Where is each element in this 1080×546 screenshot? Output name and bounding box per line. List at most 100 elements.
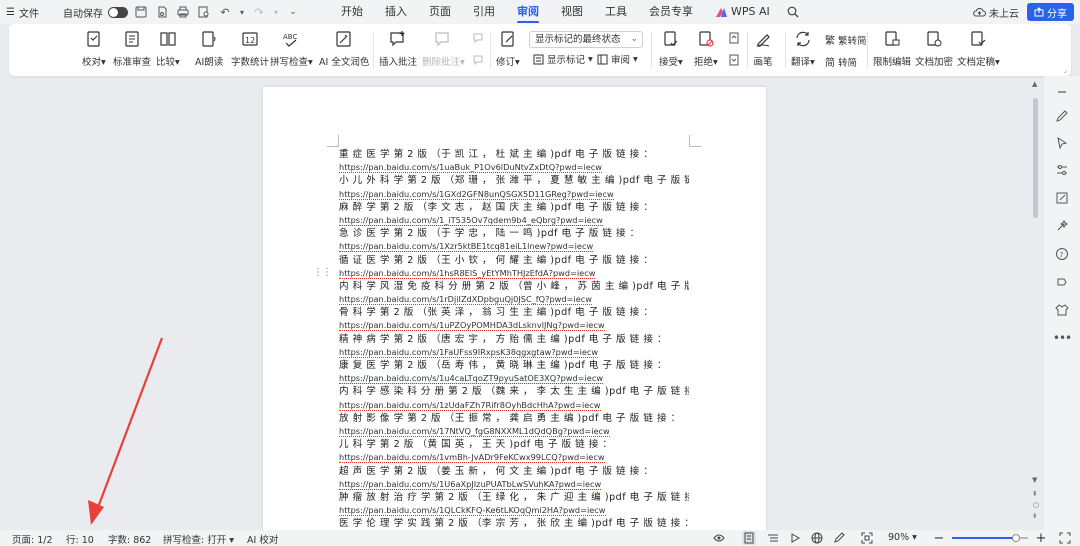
document-link-line[interactable]: https://pan.baidu.com/s/1vmBh-JvADr9FeKC… <box>339 451 689 464</box>
ai-polish-button[interactable]: AI 全文润色 <box>319 28 369 72</box>
cloud-status[interactable]: 未上云 <box>973 5 1019 20</box>
reject-button[interactable]: 拒绝▾ <box>694 28 718 72</box>
document-text-line[interactable]: 肿 瘤 放 射 治 疗 学 第 2 版 （王 绿 化 ， 朱 广 迎 主 编 )… <box>339 491 689 504</box>
hyperlink[interactable]: https://pan.baidu.com/s/1GXd2GFN8unQSGX5… <box>339 188 614 200</box>
restrict-editing-button[interactable]: 限制编辑 <box>873 28 911 72</box>
hyperlink[interactable]: https://pan.baidu.com/s/1QLCkKFQ-Ke6tLKO… <box>339 505 606 517</box>
document-text-line[interactable]: 骨 科 学 第 2 版 （张 英 泽 ， 翁 习 生 主 编 )pdf 电 子 … <box>339 306 689 319</box>
zoom-slider[interactable] <box>952 534 1028 542</box>
translate-button[interactable]: 翻译▾ <box>791 28 815 72</box>
collapse-sidebar-icon[interactable] <box>1052 82 1072 102</box>
compare-button[interactable]: 比较▾ <box>156 28 180 72</box>
export-icon[interactable] <box>154 4 170 20</box>
document-text-line[interactable]: 儿 科 学 第 2 版 （黄 国 英 ， 王 天 )pdf 电 子 版 链 接 … <box>339 438 689 451</box>
spell-check-button[interactable]: ABC 拼写检查▾ <box>270 28 313 72</box>
scroll-down-icon[interactable]: ▼ <box>1032 476 1037 484</box>
file-menu[interactable]: ☰ 文件 <box>6 5 39 20</box>
document-link-line[interactable]: https://pan.baidu.com/s/1uaBuk_P1Ov6lDuN… <box>339 161 689 174</box>
tab-member[interactable]: 会员专享 <box>638 0 704 24</box>
tab-references[interactable]: 引用 <box>462 0 506 24</box>
document-text-line[interactable]: 精 神 病 学 第 2 版 （唐 宏 宇 ， 方 贻 儒 主 编 )pdf 电 … <box>339 333 689 346</box>
hyperlink[interactable]: https://pan.baidu.com/s/1FaUFss9IRxpsK38… <box>339 346 599 358</box>
review-pane-button[interactable]: 审阅 ▾ <box>597 52 638 66</box>
undo-icon[interactable]: ↶ <box>217 4 233 20</box>
eye-protection-icon[interactable] <box>712 531 726 545</box>
tab-home[interactable]: 开始 <box>330 0 374 24</box>
document-link-line[interactable]: https://pan.baidu.com/s/1zUdaFZh7Rifr8Oy… <box>339 399 689 412</box>
document-text-line[interactable]: 内 科 学 感 染 科 分 册 第 2 版 （魏 来 ， 李 太 生 主 编 )… <box>339 385 689 398</box>
document-text-line[interactable]: 内 科 学 风 湿 免 疫 科 分 册 第 2 版 （曾 小 峰 ， 苏 茵 主… <box>339 280 689 293</box>
adjust-settings-icon[interactable] <box>1052 160 1072 180</box>
tab-wps-ai[interactable]: WPS AI <box>704 0 781 24</box>
tab-page[interactable]: 页面 <box>418 0 462 24</box>
document-link-line[interactable]: https://pan.baidu.com/s/1hsR8ElS_yEtYMhT… <box>339 267 689 280</box>
print-icon[interactable] <box>175 4 191 20</box>
simp-to-trad-button[interactable]: 繁 繁转简 <box>825 32 867 48</box>
document-text-line[interactable]: 循 证 医 学 第 2 版 （王 小 钦 ， 何 耀 主 编 )pdf 电 子 … <box>339 254 689 267</box>
show-markup-button[interactable]: 显示标记 ▾ <box>533 52 593 66</box>
theme-shirt-icon[interactable] <box>1052 300 1072 320</box>
print-preview-icon[interactable] <box>196 4 212 20</box>
zoom-in-icon[interactable]: + <box>1034 531 1048 546</box>
trad-to-simp-button[interactable]: 简 转简 <box>825 54 857 70</box>
outline-view-icon[interactable] <box>766 531 780 545</box>
autosave-toggle[interactable] <box>107 6 128 18</box>
document-link-line[interactable]: https://pan.baidu.com/s/1Xzr5ktBE1tcq81e… <box>339 240 689 253</box>
document-text-line[interactable]: 重 症 医 学 第 2 版 （于 凯 江 ， 杜 斌 主 编 )pdf 电 子 … <box>339 148 689 161</box>
save-icon[interactable] <box>133 4 149 20</box>
spell-check-status[interactable]: 拼写检查: 打开 ▾ <box>163 532 234 546</box>
hyperlink[interactable]: https://pan.baidu.com/s/1U6aXpJIzuPUATbL… <box>339 478 602 490</box>
document-body[interactable]: 重 症 医 学 第 2 版 （于 凯 江 ， 杜 斌 主 编 )pdf 电 子 … <box>339 148 689 530</box>
pen-button[interactable]: 画笔 <box>752 28 774 72</box>
document-text-line[interactable]: 麻 醉 学 第 2 版 （李 文 志 ， 赵 国 庆 主 编 )pdf 电 子 … <box>339 201 689 214</box>
tab-view[interactable]: 视图 <box>550 0 594 24</box>
fit-page-icon[interactable] <box>860 531 874 545</box>
ribbon-expand-icon[interactable]: ⌟ <box>1064 66 1067 74</box>
write-mode-icon[interactable] <box>832 531 846 545</box>
document-text-line[interactable]: 小 儿 外 科 学 第 2 版 （郑 珊 ， 张 潍 平 ， 夏 慧 敏 主 编… <box>339 174 689 187</box>
share-button[interactable]: 分享 <box>1027 3 1074 21</box>
hyperlink[interactable]: https://pan.baidu.com/s/1hsR8ElS_yEtYMhT… <box>339 267 596 279</box>
fullscreen-icon[interactable] <box>1058 531 1072 545</box>
next-change-icon[interactable] <box>726 52 742 68</box>
word-count-button[interactable]: 12 字数统计 <box>231 28 269 72</box>
hyperlink[interactable]: https://pan.baidu.com/s/1vmBh-JvADr9FeKC… <box>339 452 605 464</box>
document-link-line[interactable]: https://pan.baidu.com/s/1_iT535Ov7qdem9b… <box>339 214 689 227</box>
select-cursor-icon[interactable] <box>1052 133 1072 153</box>
hyperlink[interactable]: https://pan.baidu.com/s/1uPZOyPOMHDA3dLs… <box>339 320 605 332</box>
hyperlink[interactable]: https://pan.baidu.com/s/1uaBuk_P1Ov6lDuN… <box>339 162 602 174</box>
zoom-level[interactable]: 90% ▾ <box>888 532 917 543</box>
document-link-line[interactable]: https://pan.baidu.com/s/1u4caLTqoZT9pyuS… <box>339 372 689 385</box>
hyperlink[interactable]: https://pan.baidu.com/s/1Xzr5ktBE1tcq81e… <box>339 241 594 253</box>
undo-dropdown-icon[interactable]: ▾ <box>238 4 246 20</box>
prev-change-icon[interactable] <box>726 30 742 46</box>
document-link-line[interactable]: https://pan.baidu.com/s/1QLCkKFQ-Ke6tLKO… <box>339 504 689 517</box>
document-text-line[interactable]: 急 诊 医 学 第 2 版 （于 学 忠 ， 陆 一 鸣 )pdf 电 子 版 … <box>339 227 689 240</box>
hyperlink[interactable]: https://pan.baidu.com/s/1rDjiIZdXDpbguQj… <box>339 294 592 306</box>
scroll-up-icon[interactable]: ▲ <box>1032 80 1037 88</box>
document-link-line[interactable]: https://pan.baidu.com/s/1GXd2GFN8unQSGX5… <box>339 188 689 201</box>
play-icon[interactable] <box>788 531 802 545</box>
select-browse-icon[interactable]: ○ <box>1033 501 1039 509</box>
tab-insert[interactable]: 插入 <box>374 0 418 24</box>
page-indicator[interactable]: 页面: 1/2 <box>12 532 53 546</box>
revise-button[interactable]: 修订▾ <box>496 28 520 72</box>
help-icon[interactable]: ? <box>1052 244 1072 264</box>
doc-encrypt-button[interactable]: 文档加密 <box>915 28 953 72</box>
ai-proof-button[interactable]: AI 校对 <box>247 532 278 546</box>
document-link-line[interactable]: https://pan.baidu.com/s/17NtVQ_fgG8NXXML… <box>339 425 689 438</box>
standard-review-button[interactable]: 标准审查 <box>113 28 151 72</box>
hyperlink[interactable]: https://pan.baidu.com/s/1zUdaFZh7Rifr8Oy… <box>339 399 601 411</box>
edit-pen-icon[interactable] <box>1052 106 1072 126</box>
document-text-line[interactable]: 放 射 影 像 学 第 2 版 （王 振 常 ， 龚 启 勇 主 编 )pdf … <box>339 412 689 425</box>
markup-state-select[interactable]: 显示标记的最终状态 ⌄ <box>529 31 643 48</box>
next-page-icon[interactable]: ⇟ <box>1032 512 1038 520</box>
document-link-line[interactable]: https://pan.baidu.com/s/1FaUFss9IRxpsK38… <box>339 346 689 359</box>
document-text-line[interactable]: 康 复 医 学 第 2 版 （岳 寿 伟 ， 黄 晓 琳 主 编 )pdf 电 … <box>339 359 689 372</box>
document-text-line[interactable]: 超 声 医 学 第 2 版 （姜 玉 新 ， 何 文 主 编 )pdf 电 子 … <box>339 465 689 478</box>
proofread-button[interactable]: 校对▾ <box>82 28 106 72</box>
tab-tools[interactable]: 工具 <box>594 0 638 24</box>
doc-finalize-button[interactable]: 文档定稿▾ <box>957 28 1000 72</box>
accept-button[interactable]: 接受▾ <box>659 28 683 72</box>
line-indicator[interactable]: 行: 10 <box>66 532 94 546</box>
